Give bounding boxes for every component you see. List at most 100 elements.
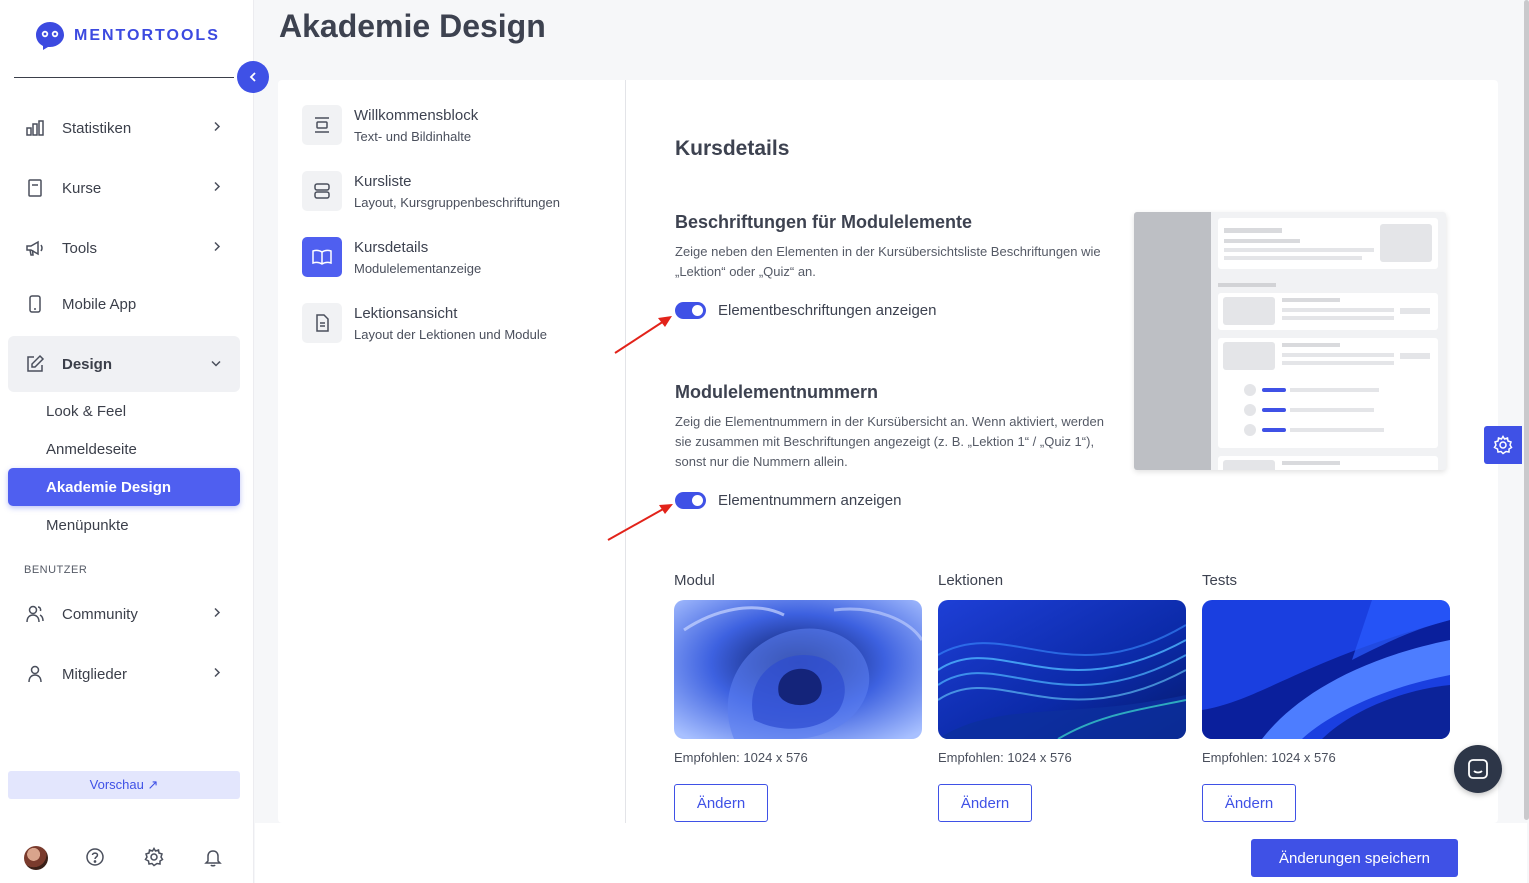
sidebar: MENTORTOOLS Statistiken Kurse Tools Mobi… [0,0,254,883]
menu-entry-title: Kursdetails [354,239,429,256]
chevron-right-icon [212,240,222,257]
sidebar-item-design[interactable]: Design [8,336,240,392]
sidebar-item-label: Design [62,355,113,373]
menu-entry-title: Kursliste [354,173,412,190]
numbers-toggle-row[interactable]: Elementnummern anzeigen [675,492,901,509]
menu-entry-title: Lektionsansicht [354,305,458,322]
preview-button[interactable]: Vorschau ↗ [8,771,240,799]
phone-icon [24,293,46,315]
sidebar-item-label: Tools [62,239,98,257]
image-size-hint: Empfohlen: 1024 x 576 [938,750,1072,765]
menu-entry-lektionsansicht[interactable]: Lektionsansicht Layout der Lektionen und… [302,303,612,347]
page-scrollbar[interactable] [1524,0,1529,820]
brand-name: MENTORTOOLS [74,27,220,44]
sidebar-item-statistiken[interactable]: Statistiken [8,100,240,156]
menu-entry-subtitle: Modulelementanzeige [354,261,482,276]
sidebar-item-label: Kurse [62,179,102,197]
card-divider [625,80,626,823]
labels-toggle-label: Elementbeschriftungen anzeigen [718,302,937,319]
chevron-down-icon [210,356,222,373]
tests-image [1202,600,1450,739]
section-title: Kursdetails [675,137,790,160]
image-label: Tests [1202,572,1238,589]
edit-icon [24,353,46,375]
gear-icon[interactable] [143,846,165,868]
menu-entry-kursdetails[interactable]: Kursdetails Modulelementanzeige [302,237,612,281]
image-size-hint: Empfohlen: 1024 x 576 [674,750,808,765]
menu-entry-title: Willkommensblock [354,107,479,124]
numbers-toggle-label: Elementnummern anzeigen [718,492,902,509]
image-label: Lektionen [938,572,1004,589]
open-book-icon [302,237,342,277]
sidebar-item-mobile-app[interactable]: Mobile App [8,276,240,332]
menu-entry-willkommensblock[interactable]: Willkommensblock Text- und Bildinhalte [302,105,612,149]
sidebar-item-label: Community [62,605,138,623]
sidebar-item-community[interactable]: Community [8,586,240,642]
sidebar-subitem-akademie-design[interactable]: Akademie Design [8,468,240,506]
sidebar-item-label: Mitglieder [62,665,128,683]
sidebar-item-label: Mobile App [62,295,137,313]
labels-toggle-row[interactable]: Elementbeschriftungen anzeigen [675,302,936,319]
list-layout-icon [302,171,342,211]
sidebar-item-kurse[interactable]: Kurse [8,160,240,216]
avatar[interactable] [24,846,48,870]
collapse-sidebar-button[interactable] [237,61,269,93]
section-label-benutzer: BENUTZER [24,564,88,576]
chevron-right-icon [212,120,222,137]
chevron-right-icon [212,180,222,197]
annotation-arrow-icon [607,504,673,541]
sidebar-subitem-anmeldeseite[interactable]: Anmeldeseite [8,430,240,468]
change-tests-image-button[interactable]: Ändern [1202,784,1296,822]
brand-logo[interactable]: MENTORTOOLS [34,20,220,52]
sidebar-divider [14,77,234,78]
bar-chart-icon [24,117,46,139]
course-preview-mockup [1134,212,1446,470]
chat-button[interactable] [1454,745,1502,793]
save-changes-button[interactable]: Änderungen speichern [1251,839,1458,877]
sidebar-item-tools[interactable]: Tools [8,220,240,276]
labels-description: Zeige neben den Elementen in der Kursübe… [675,244,1101,279]
labels-heading: Beschriftungen für Modulelemente [675,212,973,232]
sidebar-footer [0,840,254,874]
menu-entry-subtitle: Layout, Kursgruppenbeschriftungen [354,195,560,210]
page-title: Akademie Design [279,8,546,44]
sidebar-subitem-look-feel[interactable]: Look & Feel [8,392,240,430]
users-icon [24,603,46,625]
change-lektionen-image-button[interactable]: Ändern [938,784,1032,822]
image-column-modul: Modul Empfohlen: 1024 x 576 Ändern [674,572,922,822]
menu-entry-subtitle: Layout der Lektionen und Module [354,327,547,342]
labels-toggle-switch[interactable] [675,302,706,319]
help-icon[interactable] [84,846,106,868]
chevron-left-icon [249,72,256,82]
modul-image [674,600,922,739]
image-column-tests: Tests Empfohlen: 1024 x 576 Ändern [1202,572,1450,822]
menu-entry-kursliste[interactable]: Kursliste Layout, Kursgruppenbeschriftun… [302,171,612,215]
menu-entry-text: Willkommensblock Text- und Bildinhalte [354,105,478,149]
lektionen-image [938,600,1186,739]
settings-float-button[interactable] [1484,426,1522,464]
image-column-lektionen: Lektionen Empfohlen: 1024 x 576 Ändern [938,572,1186,822]
sidebar-item-label: Statistiken [62,119,132,137]
numbers-heading: Modulelementnummern [675,382,879,402]
menu-entry-text: Lektionsansicht Layout der Lektionen und… [354,303,547,347]
menu-entry-text: Kursliste Layout, Kursgruppenbeschriftun… [354,171,560,215]
bell-icon[interactable] [202,846,224,868]
gear-icon [1493,435,1513,455]
annotation-arrow-icon [614,316,672,354]
align-center-icon [302,105,342,145]
numbers-toggle-switch[interactable] [675,492,706,509]
chevron-right-icon [212,666,222,683]
menu-entry-text: Kursdetails Modulelementanzeige [354,237,481,281]
menu-entry-subtitle: Text- und Bildinhalte [354,129,472,144]
sidebar-subitem-menuepunkte[interactable]: Menüpunkte [8,506,240,544]
megaphone-icon [24,237,46,259]
image-label: Modul [674,572,715,589]
document-icon [302,303,342,343]
image-size-hint: Empfohlen: 1024 x 576 [1202,750,1336,765]
change-modul-image-button[interactable]: Ändern [674,784,768,822]
numbers-description: Zeig die Elementnummern in der Kursübers… [675,414,1104,469]
chat-icon [1468,759,1488,779]
chevron-right-icon [212,606,222,623]
book-icon [24,177,46,199]
sidebar-item-mitglieder[interactable]: Mitglieder [8,646,240,702]
